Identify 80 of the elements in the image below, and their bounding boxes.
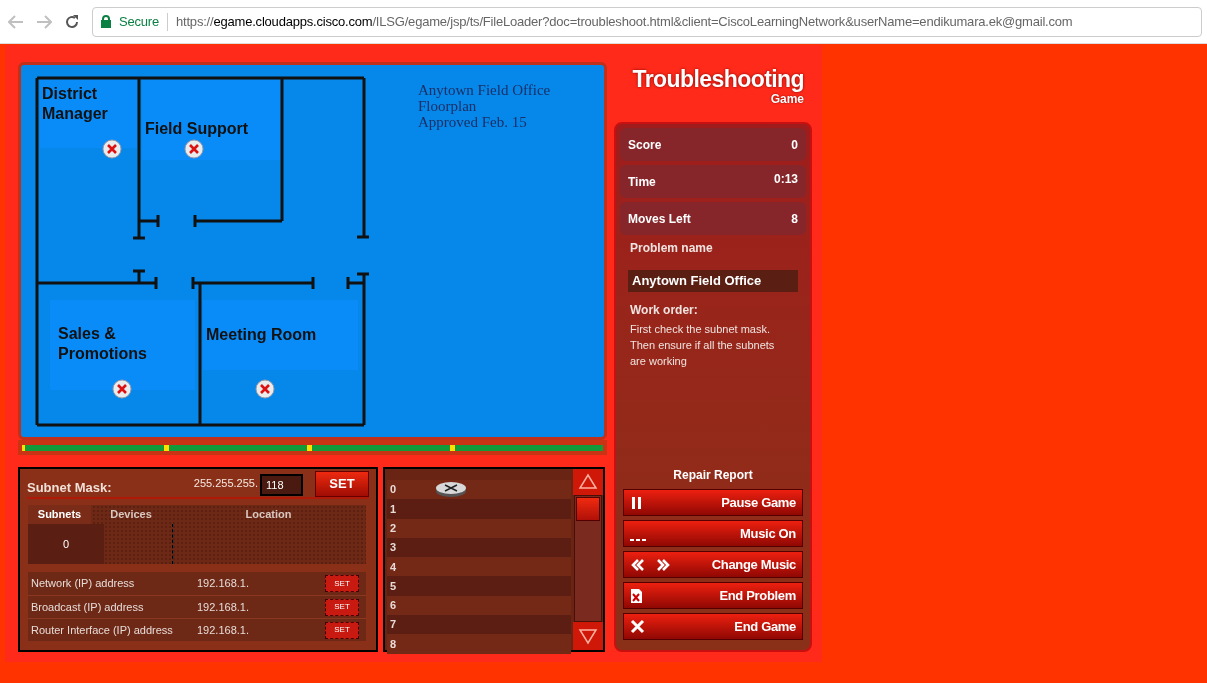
timeline-marker bbox=[307, 444, 312, 451]
scroll-down-button[interactable] bbox=[573, 622, 603, 650]
double-chevrons-icon bbox=[630, 556, 670, 573]
row-number: 1 bbox=[390, 501, 397, 517]
stat-label: Moves Left bbox=[628, 210, 691, 228]
set-button[interactable]: SET bbox=[325, 575, 359, 592]
scroll-up-button[interactable] bbox=[573, 469, 603, 495]
timeline-marker bbox=[450, 444, 455, 451]
list-row[interactable]: 7 bbox=[387, 615, 571, 635]
logo-text: Troubleshooting bbox=[632, 65, 804, 93]
list-row[interactable]: 0 bbox=[387, 480, 571, 500]
error-icon[interactable] bbox=[255, 379, 275, 399]
timeline-marker bbox=[164, 444, 169, 451]
pause-icon bbox=[630, 494, 644, 511]
address-label: Router Interface (IP) address bbox=[31, 622, 174, 638]
row-number: 4 bbox=[390, 559, 397, 575]
scroll-thumb[interactable] bbox=[576, 497, 600, 521]
set-button[interactable]: SET bbox=[315, 470, 369, 497]
document-x-icon bbox=[630, 587, 644, 604]
list-row[interactable]: 2 bbox=[387, 518, 571, 538]
list-row[interactable]: 8 bbox=[387, 634, 571, 654]
room-label: Sales & Promotions bbox=[58, 324, 147, 364]
game-button[interactable]: End Problem bbox=[623, 582, 803, 609]
lock-icon bbox=[101, 15, 111, 28]
address-value: 192.168.1. bbox=[197, 622, 249, 638]
error-icon[interactable] bbox=[102, 139, 122, 159]
game-button[interactable]: Music On bbox=[623, 520, 803, 547]
column-header[interactable]: Subnets bbox=[28, 505, 91, 524]
reload-icon[interactable] bbox=[64, 13, 80, 30]
column-header[interactable]: Location bbox=[171, 505, 366, 524]
error-icon[interactable] bbox=[184, 139, 204, 159]
floorplan-note: Anytown Field Office Floorplan Approved Feb. 15 bbox=[418, 82, 551, 130]
work-order-label: Work order: bbox=[629, 302, 699, 319]
game-button[interactable]: Change Music bbox=[623, 551, 803, 578]
logo-subtitle: Game bbox=[770, 93, 804, 105]
url-text: https://egame.cloudapps.cisco.com/ILSG/egame/jsp/ts/FileLoader?doc=troubleshoot.html&client=CiscoLearningNetwork&userName=endikumara.ek@gmail.com bbox=[176, 12, 1073, 31]
set-button[interactable]: SET bbox=[325, 598, 359, 616]
subnet-mask-field[interactable]: 118 bbox=[260, 474, 303, 496]
row-number: 5 bbox=[390, 578, 397, 594]
row-number: 3 bbox=[390, 540, 397, 556]
row-number: 6 bbox=[390, 598, 397, 614]
address-value: 192.168.1. bbox=[197, 576, 249, 592]
stat-value: 0 bbox=[791, 136, 798, 154]
problem-label: Problem name bbox=[629, 240, 714, 257]
row-number: 8 bbox=[390, 636, 397, 652]
timeline-marker bbox=[22, 444, 25, 451]
repair-report-label: Repair Report bbox=[672, 467, 754, 484]
error-icon[interactable] bbox=[112, 379, 132, 399]
room-label: Meeting Room bbox=[206, 325, 317, 345]
game-button[interactable]: End Game bbox=[623, 613, 803, 640]
work-order-text: First check the subnet mask. Then ensure if all the subnets are working bbox=[629, 322, 776, 369]
column-header[interactable]: Devices bbox=[91, 505, 171, 524]
list-row[interactable]: 3 bbox=[387, 537, 571, 558]
address-label: Network (IP) address bbox=[31, 576, 136, 592]
row-number: 0 bbox=[390, 482, 397, 498]
row-number: 7 bbox=[390, 617, 397, 633]
list-row[interactable]: 5 bbox=[387, 576, 571, 596]
row-number: 2 bbox=[390, 521, 397, 536]
dashes-icon bbox=[630, 538, 648, 541]
address-label: Broadcast (IP) address bbox=[31, 599, 145, 615]
stat-value: 0:13 bbox=[773, 171, 798, 188]
close-icon bbox=[630, 618, 646, 635]
room-label: Field Support bbox=[145, 119, 249, 139]
device-icon[interactable] bbox=[435, 480, 467, 498]
room-label: District Manager bbox=[42, 84, 108, 124]
subnet-mask-label: Subnet Mask: bbox=[27, 479, 112, 498]
list-row[interactable]: 4 bbox=[387, 557, 571, 577]
address-value: 192.168.1. bbox=[197, 599, 249, 615]
table-cell: 0 bbox=[28, 524, 104, 564]
mask-prefix: 255.255.255. bbox=[193, 476, 258, 491]
stat-label: Score bbox=[628, 136, 662, 154]
list-row[interactable]: 1 bbox=[387, 499, 571, 519]
secure-label: Secure bbox=[119, 12, 159, 31]
problem-name: Anytown Field Office bbox=[628, 270, 798, 292]
set-button[interactable]: SET bbox=[325, 621, 359, 639]
game-button[interactable]: Pause Game bbox=[623, 489, 803, 516]
stat-label: Time bbox=[628, 173, 656, 191]
address-field[interactable]: Secure https://egame.cloudapps.cisco.com/ILSG/egame/jsp/ts/FileLoader?doc=troubleshoot.html&client=CiscoLearningNetwork&userName=endikumara.ek@gmail.com bbox=[92, 6, 1202, 37]
list-row[interactable]: 6 bbox=[387, 595, 571, 616]
stat-value: 8 bbox=[791, 210, 798, 228]
